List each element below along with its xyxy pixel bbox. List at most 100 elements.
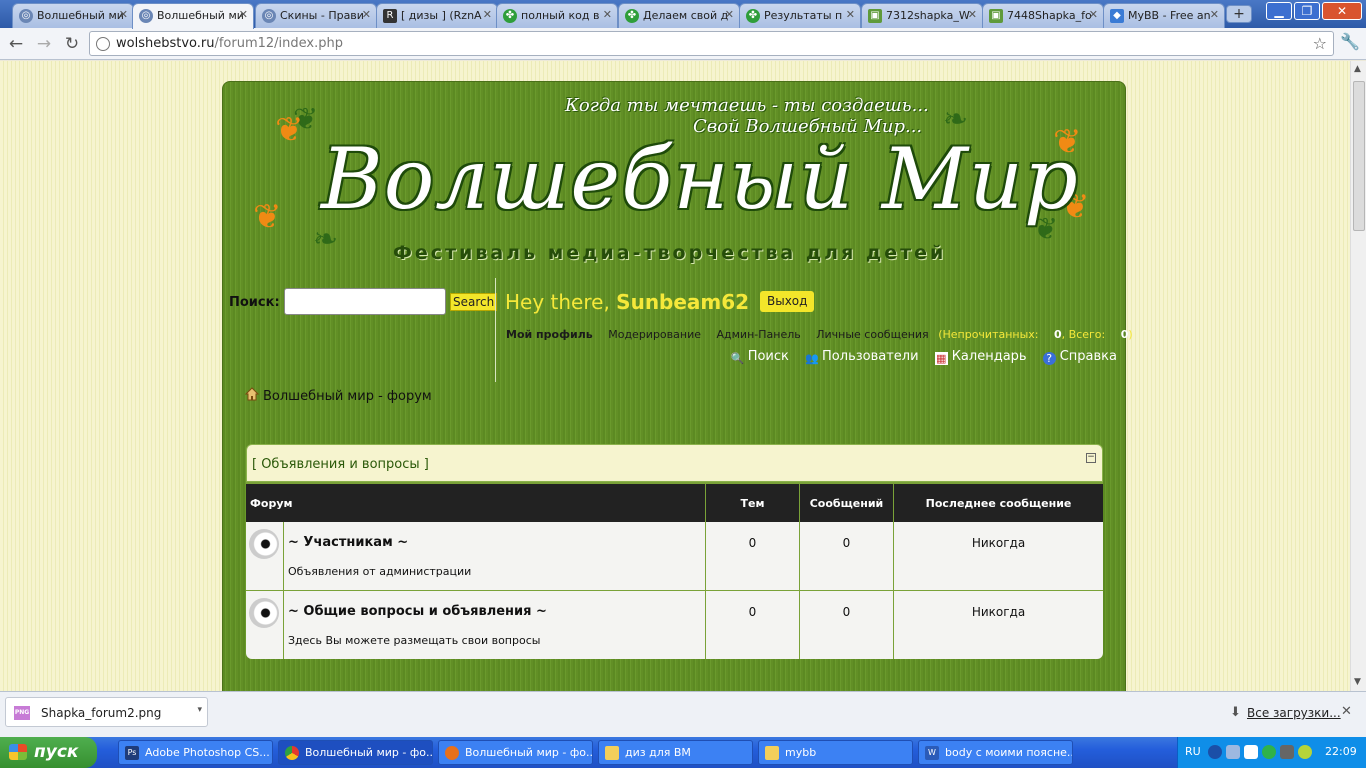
browser-tab[interactable]: ◆ MyBB - Free an ✕: [1103, 3, 1225, 28]
menu-calendar-label: Календарь: [951, 349, 1027, 364]
close-tab-icon[interactable]: ✕: [483, 8, 492, 21]
close-window-button[interactable]: ✕: [1322, 2, 1362, 20]
tab-title: MyBB - Free an: [1128, 9, 1211, 22]
admin-panel-link[interactable]: Админ-Панель: [717, 328, 801, 341]
menu-search[interactable]: 🔍 Поиск: [731, 349, 789, 365]
close-tab-icon[interactable]: ✕: [362, 8, 371, 21]
scrollbar-thumb[interactable]: [1353, 81, 1365, 231]
taskbar-item[interactable]: W body с моими поясне...: [918, 740, 1073, 765]
globe-icon: ◎: [19, 9, 33, 23]
column-header-forum: Форум: [246, 484, 706, 522]
forum-title-link[interactable]: ~ Участникам ~: [288, 535, 408, 550]
photoshop-icon: Ps: [125, 746, 139, 760]
clover-icon: ✤: [746, 9, 760, 23]
download-arrow-icon: ⬇: [1230, 705, 1241, 720]
tab-title: [ дизы ] (RznA: [401, 9, 482, 22]
close-tab-icon[interactable]: ✕: [725, 8, 734, 21]
tab-title: полный код в: [521, 9, 600, 22]
my-profile-link[interactable]: Мой профиль: [506, 328, 593, 341]
menu-calendar[interactable]: ▦ Календарь: [934, 349, 1027, 365]
close-tab-icon[interactable]: ✕: [119, 8, 128, 21]
collapse-icon[interactable]: −: [1086, 453, 1096, 463]
browser-tab[interactable]: ◎ Волшебный ми ✕: [12, 3, 134, 28]
category-title[interactable]: [ Объявления и вопросы ]: [252, 457, 429, 472]
chevron-down-icon[interactable]: ▾: [197, 705, 202, 715]
globe-icon: ◎: [139, 9, 153, 23]
tab-title: Волшебный ми: [37, 9, 124, 22]
download-item[interactable]: PNG Shapka_forum2.png ▾: [5, 697, 208, 727]
thread-count: 0: [706, 591, 800, 659]
username[interactable]: Sunbeam62: [616, 290, 749, 314]
address-bar[interactable]: wolshebstvo.ru/forum12/index.php ☆: [89, 31, 1334, 56]
breadcrumb-home-link[interactable]: Волшебный мир - форум: [263, 389, 432, 404]
forum-read-status-icon: [249, 529, 279, 559]
taskbar-item[interactable]: mybb: [758, 740, 913, 765]
browser-tab[interactable]: ▣ 7312shapka_W ✕: [861, 3, 983, 28]
tray-arrow-icon[interactable]: [1208, 745, 1222, 759]
moderation-link[interactable]: Модерирование: [608, 328, 701, 341]
new-tab-button[interactable]: +: [1226, 5, 1252, 23]
firefox-icon: [445, 746, 459, 760]
back-icon[interactable]: ←: [6, 34, 26, 54]
menu-members[interactable]: 👥 Пользователи: [805, 349, 919, 365]
table-row: ~ Общие вопросы и объявления ~ Здесь Вы …: [246, 591, 1103, 659]
taskbar-item[interactable]: Ps Adobe Photoshop CS...: [118, 740, 273, 765]
vertical-scrollbar[interactable]: ▲ ▼: [1350, 61, 1366, 691]
site-logo-subtitle: Фестиваль медиа-творчества для детей: [393, 242, 947, 264]
help-icon: ?: [1042, 352, 1056, 365]
tray-app-icon[interactable]: [1244, 745, 1258, 759]
logout-button[interactable]: Выход: [760, 291, 815, 312]
page-info-icon[interactable]: [96, 37, 110, 51]
maximize-button[interactable]: ❐: [1294, 2, 1320, 20]
forum-status-cell: [246, 522, 284, 590]
close-shelf-icon[interactable]: ✕: [1341, 704, 1352, 719]
browser-tab[interactable]: ▣ 7448Shapka_fo ✕: [982, 3, 1104, 28]
scroll-up-icon[interactable]: ▲: [1354, 64, 1361, 74]
close-tab-icon[interactable]: ✕: [846, 8, 855, 21]
close-tab-icon[interactable]: ✕: [239, 8, 248, 21]
wrench-icon[interactable]: 🔧: [1340, 32, 1360, 51]
reload-icon[interactable]: ↻: [62, 34, 82, 54]
close-tab-icon[interactable]: ✕: [1089, 8, 1098, 21]
browser-tab[interactable]: ✤ полный код в ✕: [496, 3, 618, 28]
menu-help[interactable]: ? Справка: [1042, 349, 1117, 365]
minimize-button[interactable]: ▁: [1266, 2, 1292, 20]
browser-tab[interactable]: ✤ Результаты п ✕: [739, 3, 861, 28]
monitor-icon[interactable]: [1280, 745, 1294, 759]
globe-icon: ◎: [262, 9, 276, 23]
start-button[interactable]: пуск: [0, 737, 97, 768]
forum-category-table: [ Объявления и вопросы ] − Форум Тем Соо…: [246, 444, 1103, 659]
scroll-down-icon[interactable]: ▼: [1354, 677, 1361, 687]
pm-unread-count: 0: [1054, 328, 1062, 341]
all-downloads-link[interactable]: Все загрузки...: [1247, 706, 1341, 720]
private-messages-link[interactable]: Личные сообщения: [816, 328, 928, 341]
close-tab-icon[interactable]: ✕: [603, 8, 612, 21]
browser-tab[interactable]: ◎ Скины - Прави ✕: [255, 3, 377, 28]
close-tab-icon[interactable]: ✕: [1210, 8, 1219, 21]
menu-members-label: Пользователи: [822, 349, 919, 364]
network-icon[interactable]: [1226, 745, 1240, 759]
post-count: 0: [800, 591, 894, 659]
column-header-threads: Тем: [706, 484, 800, 522]
taskbar-item-label: диз для ВМ: [625, 746, 691, 759]
taskbar-item[interactable]: Волшебный мир - фо...: [278, 740, 433, 765]
language-indicator[interactable]: RU: [1185, 745, 1201, 758]
forum-title-link[interactable]: ~ Общие вопросы и объявления ~: [288, 604, 547, 619]
forward-icon[interactable]: →: [34, 34, 54, 54]
taskbar-item[interactable]: Волшебный мир - фо...: [438, 740, 593, 765]
search-input[interactable]: [284, 288, 446, 315]
bookmark-star-icon[interactable]: ☆: [1313, 34, 1327, 53]
browser-tab[interactable]: ✤ Делаем свой д ✕: [618, 3, 740, 28]
forum-status-cell: [246, 591, 284, 659]
forum-name-cell: ~ Участникам ~ Объявления от администрац…: [284, 522, 706, 590]
close-tab-icon[interactable]: ✕: [968, 8, 977, 21]
tray-app-icon[interactable]: [1298, 745, 1312, 759]
folder-icon: [765, 746, 779, 760]
home-icon: [245, 387, 259, 401]
system-tray: RU 22:09: [1177, 737, 1366, 768]
icq-icon[interactable]: [1262, 745, 1276, 759]
browser-tab[interactable]: R [ дизы ] (RznA ✕: [376, 3, 498, 28]
search-button[interactable]: Search: [450, 293, 498, 311]
taskbar-item[interactable]: диз для ВМ: [598, 740, 753, 765]
browser-tab-active[interactable]: ◎ Волшебный ми ✕: [132, 3, 254, 29]
